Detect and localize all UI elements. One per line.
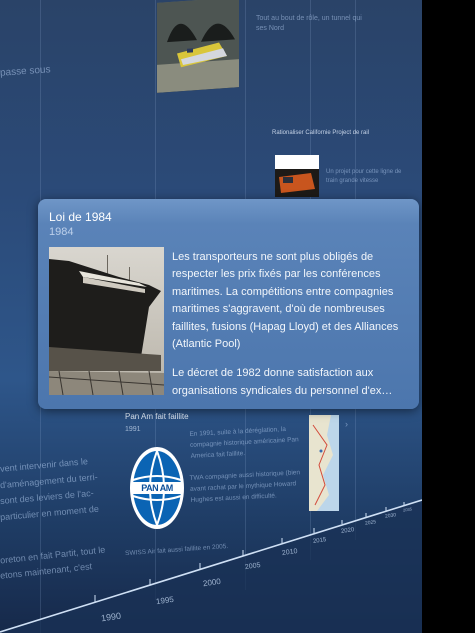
card-paragraph: Les transporteurs ne sont plus obligés d…: [172, 251, 399, 351]
card-year: 1984: [49, 226, 74, 238]
card-description: Les transporteurs ne sont plus obligés d…: [172, 249, 410, 412]
card-paragraph: Le décret de 1982 donne satisfaction aux…: [172, 367, 393, 397]
event-detail-card[interactable]: Loi de 1984 1984 Les transporteurs ne so…: [38, 199, 419, 409]
ship-photo[interactable]: [49, 247, 164, 395]
card-title: Loi de 1984: [49, 210, 112, 224]
